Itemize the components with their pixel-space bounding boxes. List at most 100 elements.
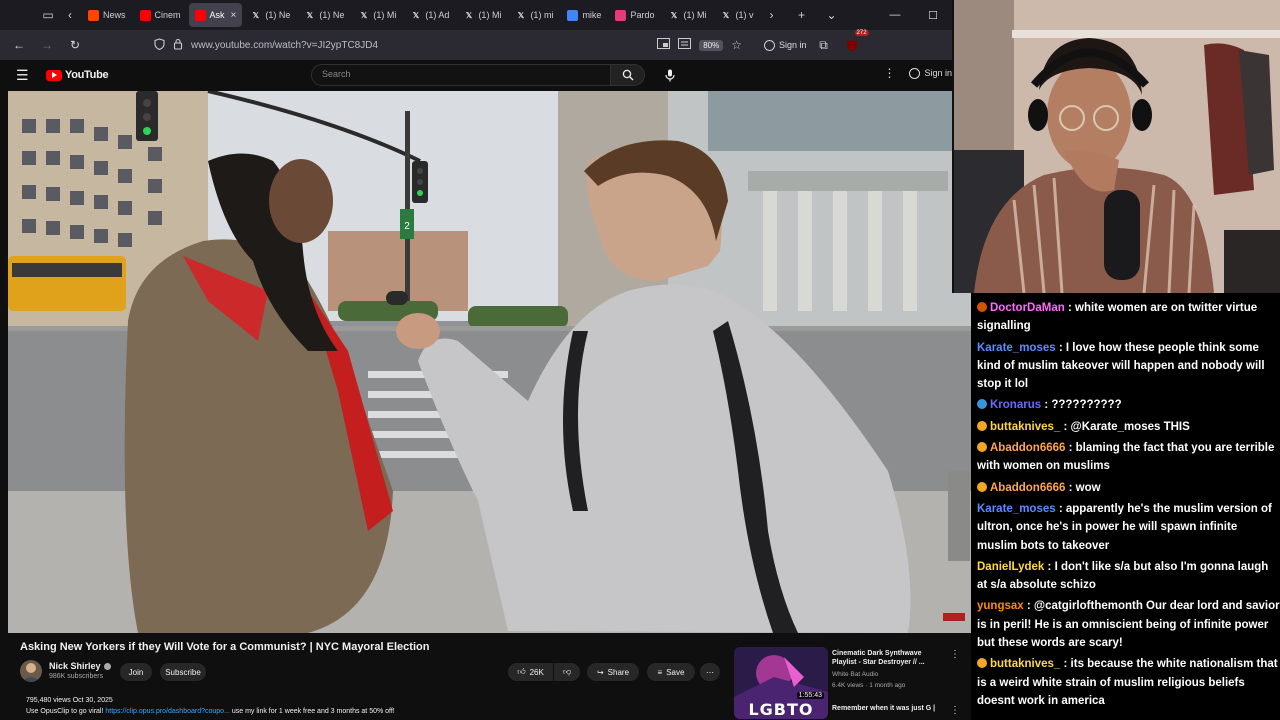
- browser-tab[interactable]: Ask ×: [188, 3, 243, 27]
- chat-separator: :: [1041, 399, 1052, 412]
- chat-username[interactable]: Karate_moses: [977, 503, 1056, 515]
- chat-badge-icon: [977, 399, 987, 410]
- dots-icon: [615, 9, 627, 21]
- tab-list-icon[interactable]: ▭: [37, 0, 59, 30]
- shield-icon[interactable]: [154, 37, 165, 53]
- close-tab-icon[interactable]: ×: [231, 10, 237, 21]
- browser-tab-bar: ▭ ‹ News Cinem Ask × 𝕏 (1) Ne 𝕏 (1) Ne 𝕏 (1) Mi 𝕏 (…: [0, 0, 952, 30]
- scroll-tabs-left-icon[interactable]: ‹: [59, 0, 81, 30]
- browser-tab[interactable]: 𝕏 (1) Ne: [298, 3, 350, 27]
- bookmark-star-icon[interactable]: ☆: [731, 38, 742, 52]
- tab-overflow-icon[interactable]: ⌄: [820, 0, 842, 30]
- chat-username[interactable]: Kronarus: [990, 399, 1041, 411]
- browser-account-button[interactable]: Sign in: [764, 39, 807, 51]
- picture-in-picture-icon[interactable]: [657, 38, 671, 52]
- search-button[interactable]: [611, 64, 645, 86]
- chat-username[interactable]: Abaddon6666: [990, 482, 1065, 494]
- browser-tab[interactable]: 𝕏 (1) Mi: [352, 3, 402, 27]
- more-actions-button[interactable]: ⋯: [700, 663, 720, 681]
- chat-text: @Karate_moses THIS: [1070, 420, 1190, 433]
- chat-message: Karate_moses : apparently he's the musli…: [977, 500, 1280, 555]
- url-bar[interactable]: www.youtube.com/watch?v=JI2ypTC8JD4 80% …: [148, 33, 748, 57]
- forward-icon[interactable]: →: [36, 34, 58, 56]
- browser-tab[interactable]: Pardo: [609, 3, 660, 27]
- more-horizontal-icon: ⋯: [706, 667, 714, 677]
- new-tab-icon[interactable]: +: [790, 0, 812, 30]
- next-recommended-more-icon[interactable]: ⋮: [950, 705, 960, 716]
- save-playlist-icon: ≡: [657, 667, 663, 677]
- description-snippet: Use OpusClip to go viral! https://clip.o…: [26, 708, 395, 715]
- thumbnail-overlay-text: LGBTO: [748, 700, 814, 719]
- browser-tab[interactable]: mike: [561, 3, 607, 27]
- browser-tab[interactable]: News: [82, 3, 132, 27]
- search-icon: [622, 69, 633, 81]
- chat-username[interactable]: buttaknives_: [990, 421, 1060, 433]
- tab-label: (1) Ad: [425, 10, 450, 20]
- chat-message: buttaknives_ : its because the white nat…: [977, 655, 1280, 710]
- channel-watermark-icon: [943, 613, 965, 621]
- recommended-more-icon[interactable]: ⋮: [950, 649, 960, 660]
- zoom-level[interactable]: 80%: [699, 39, 724, 51]
- maximize-icon[interactable]: ☐: [914, 9, 952, 22]
- save-button[interactable]: ≡ Save: [647, 663, 695, 681]
- menu-icon[interactable]: ☰: [16, 67, 38, 84]
- chat-username[interactable]: Karate_moses: [977, 342, 1056, 354]
- youtube-logo[interactable]: YouTube: [46, 69, 109, 81]
- save-label: Save: [666, 667, 685, 677]
- video-player[interactable]: 2: [8, 91, 971, 633]
- chat-username[interactable]: Abaddon6666: [990, 442, 1065, 454]
- live-chat: DoctorDaMan : white women are on twitter…: [971, 293, 1280, 720]
- chat-username[interactable]: yungsax: [977, 600, 1024, 612]
- channel-avatar[interactable]: [20, 660, 42, 682]
- chat-text: wow: [1075, 481, 1101, 494]
- reload-icon[interactable]: ↻: [64, 34, 86, 56]
- youtube-icon: [194, 9, 206, 21]
- browser-tab[interactable]: 𝕏 (1) Mi: [457, 3, 507, 27]
- browser-tab[interactable]: 𝕏 (1) v: [714, 3, 759, 27]
- youtube-header: ☰ YouTube Search ⋮ Sign in: [0, 60, 952, 90]
- recommended-thumbnail[interactable]: 1:55:43 LGBTO: [734, 647, 828, 719]
- x-icon: 𝕏: [465, 10, 473, 20]
- voice-search-button[interactable]: [659, 64, 681, 86]
- chat-username[interactable]: DoctorDaMan: [990, 302, 1065, 314]
- reddit-icon: [88, 9, 99, 21]
- minimize-icon[interactable]: —: [876, 9, 914, 22]
- chat-username[interactable]: buttaknives_: [990, 658, 1060, 670]
- browser-tab[interactable]: Cinem: [134, 3, 187, 27]
- browser-tab[interactable]: 𝕏 (1) Ad: [404, 3, 455, 27]
- browser-tab[interactable]: 𝕏 (1) mi: [509, 3, 559, 27]
- join-button[interactable]: Join: [120, 663, 152, 681]
- recommended-title[interactable]: Cinematic Dark Synthwave Playlist - Star…: [832, 649, 942, 667]
- recommended-channel[interactable]: White Bat Audio: [832, 671, 878, 678]
- lock-icon[interactable]: [173, 38, 183, 53]
- search-bar: Search: [311, 64, 681, 86]
- description-link[interactable]: https://clip.opus.pro/dashboard?coupo...: [105, 708, 230, 715]
- browser-tab[interactable]: 𝕏 (1) Ne: [244, 3, 296, 27]
- dislike-button[interactable]: 👎︎: [554, 663, 580, 681]
- extensions-icon[interactable]: ⧉: [813, 34, 835, 56]
- chat-message: DoctorDaMan : white women are on twitter…: [977, 299, 1280, 336]
- chat-message: DanielLydek : I don't like s/a but also …: [977, 558, 1280, 595]
- settings-more-icon[interactable]: ⋮: [883, 66, 895, 80]
- search-input[interactable]: Search: [311, 64, 611, 86]
- subscribe-button[interactable]: Subscribe: [160, 663, 206, 681]
- scroll-tabs-right-icon[interactable]: ›: [760, 0, 782, 30]
- channel-name[interactable]: Nick Shirley: [49, 661, 111, 671]
- description-suffix: use my link for 1 week free and 3 months…: [229, 708, 395, 715]
- chat-badge-icon: [977, 302, 987, 312]
- ublock-icon[interactable]: 272: [841, 30, 869, 56]
- account-icon: [764, 39, 775, 51]
- back-icon[interactable]: ←: [8, 34, 30, 56]
- like-button[interactable]: 👍︎ 26K: [508, 663, 553, 681]
- youtube-sign-in-button[interactable]: Sign in: [909, 67, 952, 79]
- next-recommended-title[interactable]: Remember when it was just G |: [832, 705, 935, 712]
- youtube-sign-in-label: Sign in: [924, 68, 952, 78]
- recommended-meta: 6.4K views · 1 month ago: [832, 682, 906, 689]
- share-button[interactable]: ↪ Share: [587, 663, 639, 681]
- subscriber-count: 986K subscribers: [49, 673, 104, 680]
- chat-badge-icon: [977, 442, 987, 453]
- url-text[interactable]: www.youtube.com/watch?v=JI2ypTC8JD4: [191, 40, 649, 51]
- browser-tab[interactable]: 𝕏 (1) Mi: [662, 3, 712, 27]
- reader-view-icon[interactable]: [678, 38, 692, 52]
- chat-username[interactable]: DanielLydek: [977, 561, 1044, 573]
